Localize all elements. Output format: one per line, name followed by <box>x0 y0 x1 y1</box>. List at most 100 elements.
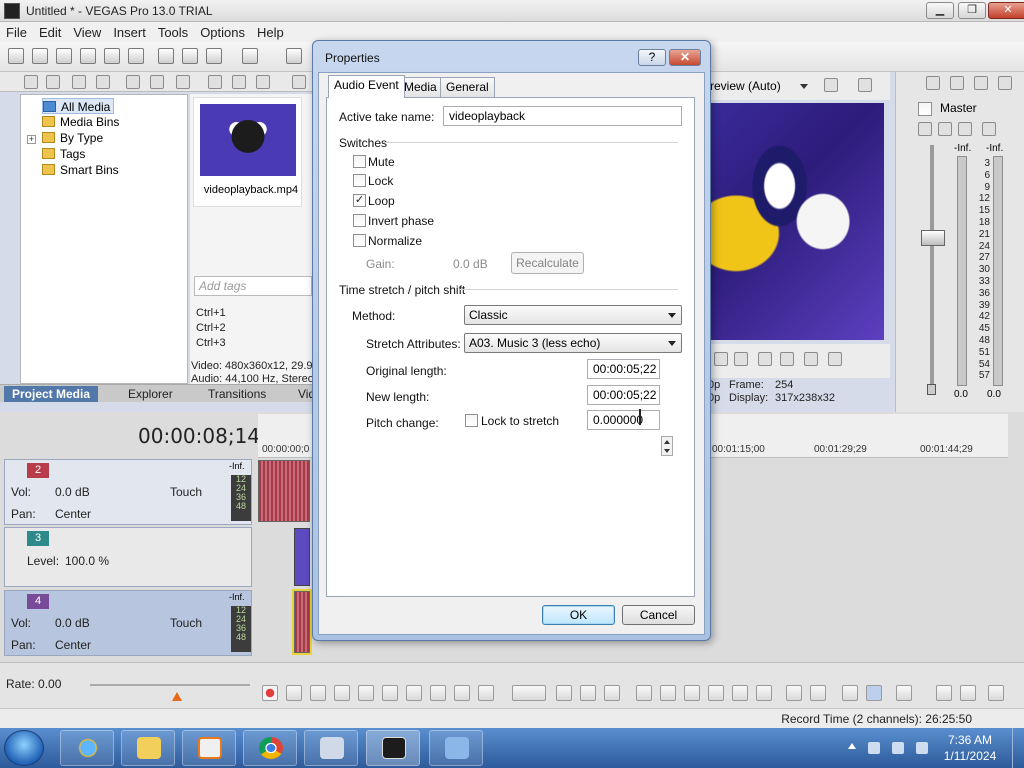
ignore-grouping-icon[interactable] <box>960 685 976 701</box>
close-window-button[interactable]: ✕ <box>988 2 1024 19</box>
save-as-icon[interactable] <box>80 48 96 64</box>
cut-icon[interactable] <box>158 48 174 64</box>
mute-label[interactable]: Mute <box>368 155 395 169</box>
go-to-end-button[interactable] <box>430 685 446 701</box>
play-button[interactable] <box>334 685 350 701</box>
refresh-icon[interactable] <box>96 75 110 89</box>
preview-rewind-icon[interactable] <box>804 352 818 366</box>
undo-icon[interactable] <box>242 48 258 64</box>
active-take-name-field[interactable]: videoplayback <box>443 106 682 126</box>
capture-icon[interactable] <box>46 75 60 89</box>
tab-project-media[interactable]: Project Media <box>4 386 99 402</box>
preview-prev-icon[interactable] <box>758 352 772 366</box>
tab-audio-event[interactable]: Audio Event <box>328 75 405 98</box>
tree-expander[interactable]: + <box>27 135 36 144</box>
preview-overlay-icon[interactable] <box>858 78 872 92</box>
snap-icon[interactable] <box>842 685 858 701</box>
spin-down-icon[interactable] <box>664 449 670 453</box>
invert-phase-label[interactable]: Invert phase <box>368 214 434 228</box>
audio-event-track-4[interactable] <box>292 589 312 655</box>
save-icon[interactable] <box>56 48 72 64</box>
link-icon[interactable] <box>176 75 190 89</box>
video-event-track-3[interactable] <box>294 528 310 586</box>
paste-icon[interactable] <box>206 48 222 64</box>
tab-explorer[interactable]: Explorer <box>120 386 181 402</box>
menu-view[interactable]: View <box>67 22 107 40</box>
open-folder-icon[interactable] <box>32 48 48 64</box>
selection-tool[interactable] <box>580 685 596 701</box>
stop-preview-icon[interactable] <box>232 75 246 89</box>
master-fader-knob[interactable] <box>921 230 945 246</box>
media-thumbnail[interactable] <box>200 104 296 176</box>
master-lock-icon[interactable] <box>927 384 936 395</box>
tree-item-by-type[interactable]: By Type <box>42 130 103 146</box>
track-header-4[interactable]: 4 Vol: 0.0 dB Pan: Center Touch -Inf. 12… <box>4 590 252 656</box>
original-length-field[interactable]: 00:00:05;22 <box>587 359 660 379</box>
maximize-button[interactable]: ❐ <box>958 2 986 19</box>
trim-end-icon[interactable] <box>708 685 724 701</box>
redo-icon[interactable] <box>286 48 302 64</box>
play-preview-icon[interactable] <box>208 75 222 89</box>
tree-item-media-bins[interactable]: Media Bins <box>42 114 119 130</box>
import-media-icon[interactable] <box>24 75 38 89</box>
preview-quality[interactable]: review (Auto) <box>710 79 781 93</box>
more-tools-icon[interactable] <box>988 685 1004 701</box>
auto-preview-icon[interactable] <box>256 75 270 89</box>
menu-insert[interactable]: Insert <box>107 22 152 40</box>
rate-slider[interactable] <box>90 684 250 686</box>
taskbar-chrome[interactable] <box>243 730 297 766</box>
lock-label[interactable]: Lock <box>368 174 393 188</box>
lock-event-icon[interactable] <box>756 685 772 701</box>
master-insert-icon[interactable] <box>926 76 940 90</box>
master-mute-icon[interactable] <box>958 122 972 136</box>
taskbar-internet-explorer[interactable] <box>60 730 114 766</box>
network-icon[interactable] <box>892 742 904 754</box>
menu-options[interactable]: Options <box>194 22 251 40</box>
dialog-help-button[interactable]: ? <box>638 49 666 66</box>
prev-frame-button[interactable] <box>454 685 470 701</box>
recalculate-button[interactable]: Recalculate <box>511 252 584 274</box>
crossfade-icon[interactable] <box>896 685 912 701</box>
normalize-label[interactable]: Normalize <box>368 234 422 248</box>
dialog-close-button[interactable]: ✕ <box>669 49 701 66</box>
volume-icon[interactable] <box>916 742 928 754</box>
properties-icon[interactable] <box>128 48 144 64</box>
minimize-button[interactable]: ▁ <box>926 2 954 19</box>
tab-transitions[interactable]: Transitions <box>200 386 274 402</box>
normal-edit-tool[interactable] <box>512 685 546 701</box>
new-project-icon[interactable] <box>8 48 24 64</box>
tree-item-smart-bins[interactable]: Smart Bins <box>42 162 119 178</box>
taskbar-vegas[interactable] <box>366 730 420 766</box>
taskbar-remote-app[interactable] <box>304 730 358 766</box>
track-header-3[interactable]: 3 Level: 100.0 % <box>4 527 252 587</box>
master-record-icon[interactable] <box>982 122 996 136</box>
trim-start-icon[interactable] <box>684 685 700 701</box>
track-header-2[interactable]: 2 Vol: 0.0 dB Pan: Center Touch -Inf. 12… <box>4 459 252 525</box>
ok-button[interactable]: OK <box>542 605 615 625</box>
lock-envelopes-icon[interactable] <box>936 685 952 701</box>
tree-item-tags[interactable]: Tags <box>42 146 85 162</box>
preview-pause-icon[interactable] <box>714 352 728 366</box>
next-frame-button[interactable] <box>478 685 494 701</box>
auto-ripple-icon[interactable] <box>866 685 882 701</box>
stretch-attributes-select[interactable]: A03. Music 3 (less echo) <box>464 333 682 353</box>
add-tags-input[interactable]: Add tags <box>194 276 312 296</box>
cancel-button[interactable]: Cancel <box>622 605 695 625</box>
menu-edit[interactable]: Edit <box>33 22 67 40</box>
loop-button[interactable] <box>286 685 302 701</box>
system-clock[interactable]: 7:36 AM 1/11/2024 <box>940 732 1000 764</box>
region-icon[interactable] <box>810 685 826 701</box>
normalize-checkbox[interactable] <box>353 234 366 247</box>
start-button[interactable] <box>4 730 44 766</box>
show-desktop-button[interactable] <box>1012 728 1024 768</box>
zoom-tool[interactable] <box>604 685 620 701</box>
menu-tools[interactable]: Tools <box>152 22 194 40</box>
vegas-app-icon[interactable] <box>4 3 20 19</box>
preview-stop-icon[interactable] <box>734 352 748 366</box>
pitch-change-field[interactable]: 0.000000 <box>587 410 660 430</box>
copy-icon[interactable] <box>182 48 198 64</box>
new-length-field[interactable]: 00:00:05;22 <box>587 385 660 405</box>
get-media-icon[interactable] <box>72 75 86 89</box>
taskbar-control-panel[interactable] <box>429 730 483 766</box>
marker-icon[interactable] <box>786 685 802 701</box>
